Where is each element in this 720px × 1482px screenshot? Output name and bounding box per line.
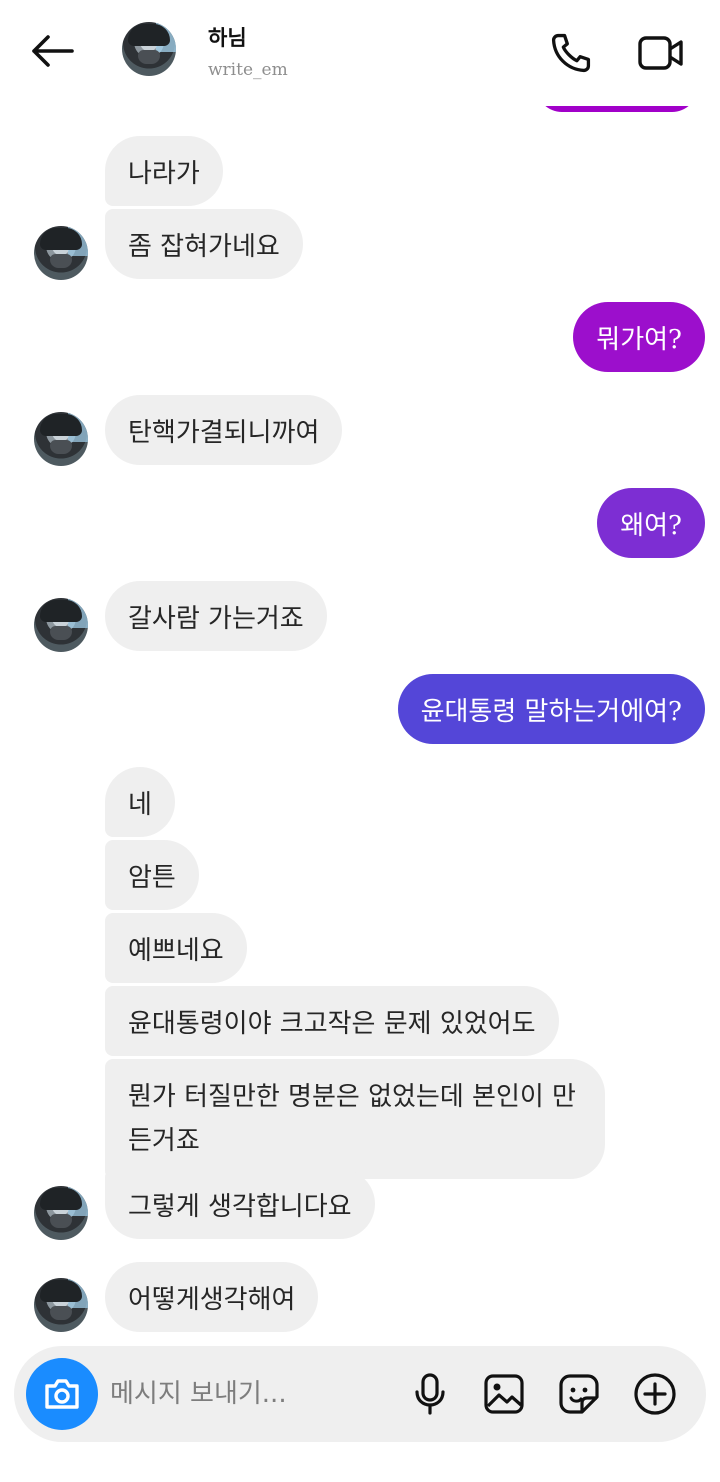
arrow-left-icon — [32, 35, 74, 67]
incoming-message[interactable]: 어떻게생각해여 — [105, 1262, 319, 1332]
incoming-message[interactable]: 뭔가 터질만한 명분은 없었는데 본인이 만든거죠 — [105, 1059, 605, 1179]
sender-avatar[interactable] — [34, 412, 88, 466]
camera-button[interactable] — [26, 1358, 98, 1430]
voice-call-button[interactable] — [546, 28, 596, 78]
microphone-icon — [415, 1373, 445, 1415]
outgoing-message[interactable]: 뭐가여? — [573, 302, 705, 372]
incoming-message[interactable]: 나라가 — [105, 136, 223, 206]
phone-icon — [551, 33, 591, 73]
back-button[interactable] — [26, 28, 78, 74]
incoming-message[interactable]: 탄핵가결되니까여 — [105, 395, 343, 465]
sender-avatar[interactable] — [34, 1186, 88, 1240]
incoming-message[interactable]: 네 — [105, 767, 175, 837]
incoming-message[interactable]: 윤대통령이야 크고작은 문제 있었어도 — [105, 986, 559, 1056]
gallery-button[interactable] — [480, 1370, 528, 1418]
outgoing-message[interactable]: 윤대통령 말하는거에여? — [397, 674, 705, 744]
chat-header: 하님 write_em — [0, 0, 720, 106]
more-options-button[interactable] — [631, 1370, 679, 1418]
message-composer — [14, 1346, 706, 1442]
contact-name[interactable]: 하님 — [208, 22, 247, 52]
outgoing-message[interactable]: 왜여? — [597, 488, 705, 558]
plus-circle-icon — [634, 1373, 676, 1415]
incoming-message[interactable]: 그렇게 생각합니다요 — [105, 1169, 375, 1239]
sender-avatar[interactable] — [34, 1278, 88, 1332]
sticker-icon — [559, 1374, 599, 1414]
image-icon — [484, 1374, 524, 1414]
message-input[interactable] — [110, 1372, 400, 1416]
incoming-message[interactable]: 암튼 — [105, 840, 199, 910]
incoming-message[interactable]: 예쁘네요 — [105, 913, 247, 983]
camera-icon — [45, 1379, 79, 1409]
incoming-message[interactable]: 좀 잡혀가네요 — [105, 209, 303, 279]
contact-username: write_em — [208, 60, 288, 80]
voice-message-button[interactable] — [406, 1370, 454, 1418]
video-camera-icon — [638, 36, 683, 70]
sender-avatar[interactable] — [34, 598, 88, 652]
video-call-button[interactable] — [634, 28, 688, 78]
sender-avatar[interactable] — [34, 226, 88, 280]
sticker-button[interactable] — [555, 1370, 603, 1418]
contact-avatar[interactable] — [122, 22, 176, 76]
incoming-message[interactable]: 갈사람 가는거죠 — [105, 581, 327, 651]
